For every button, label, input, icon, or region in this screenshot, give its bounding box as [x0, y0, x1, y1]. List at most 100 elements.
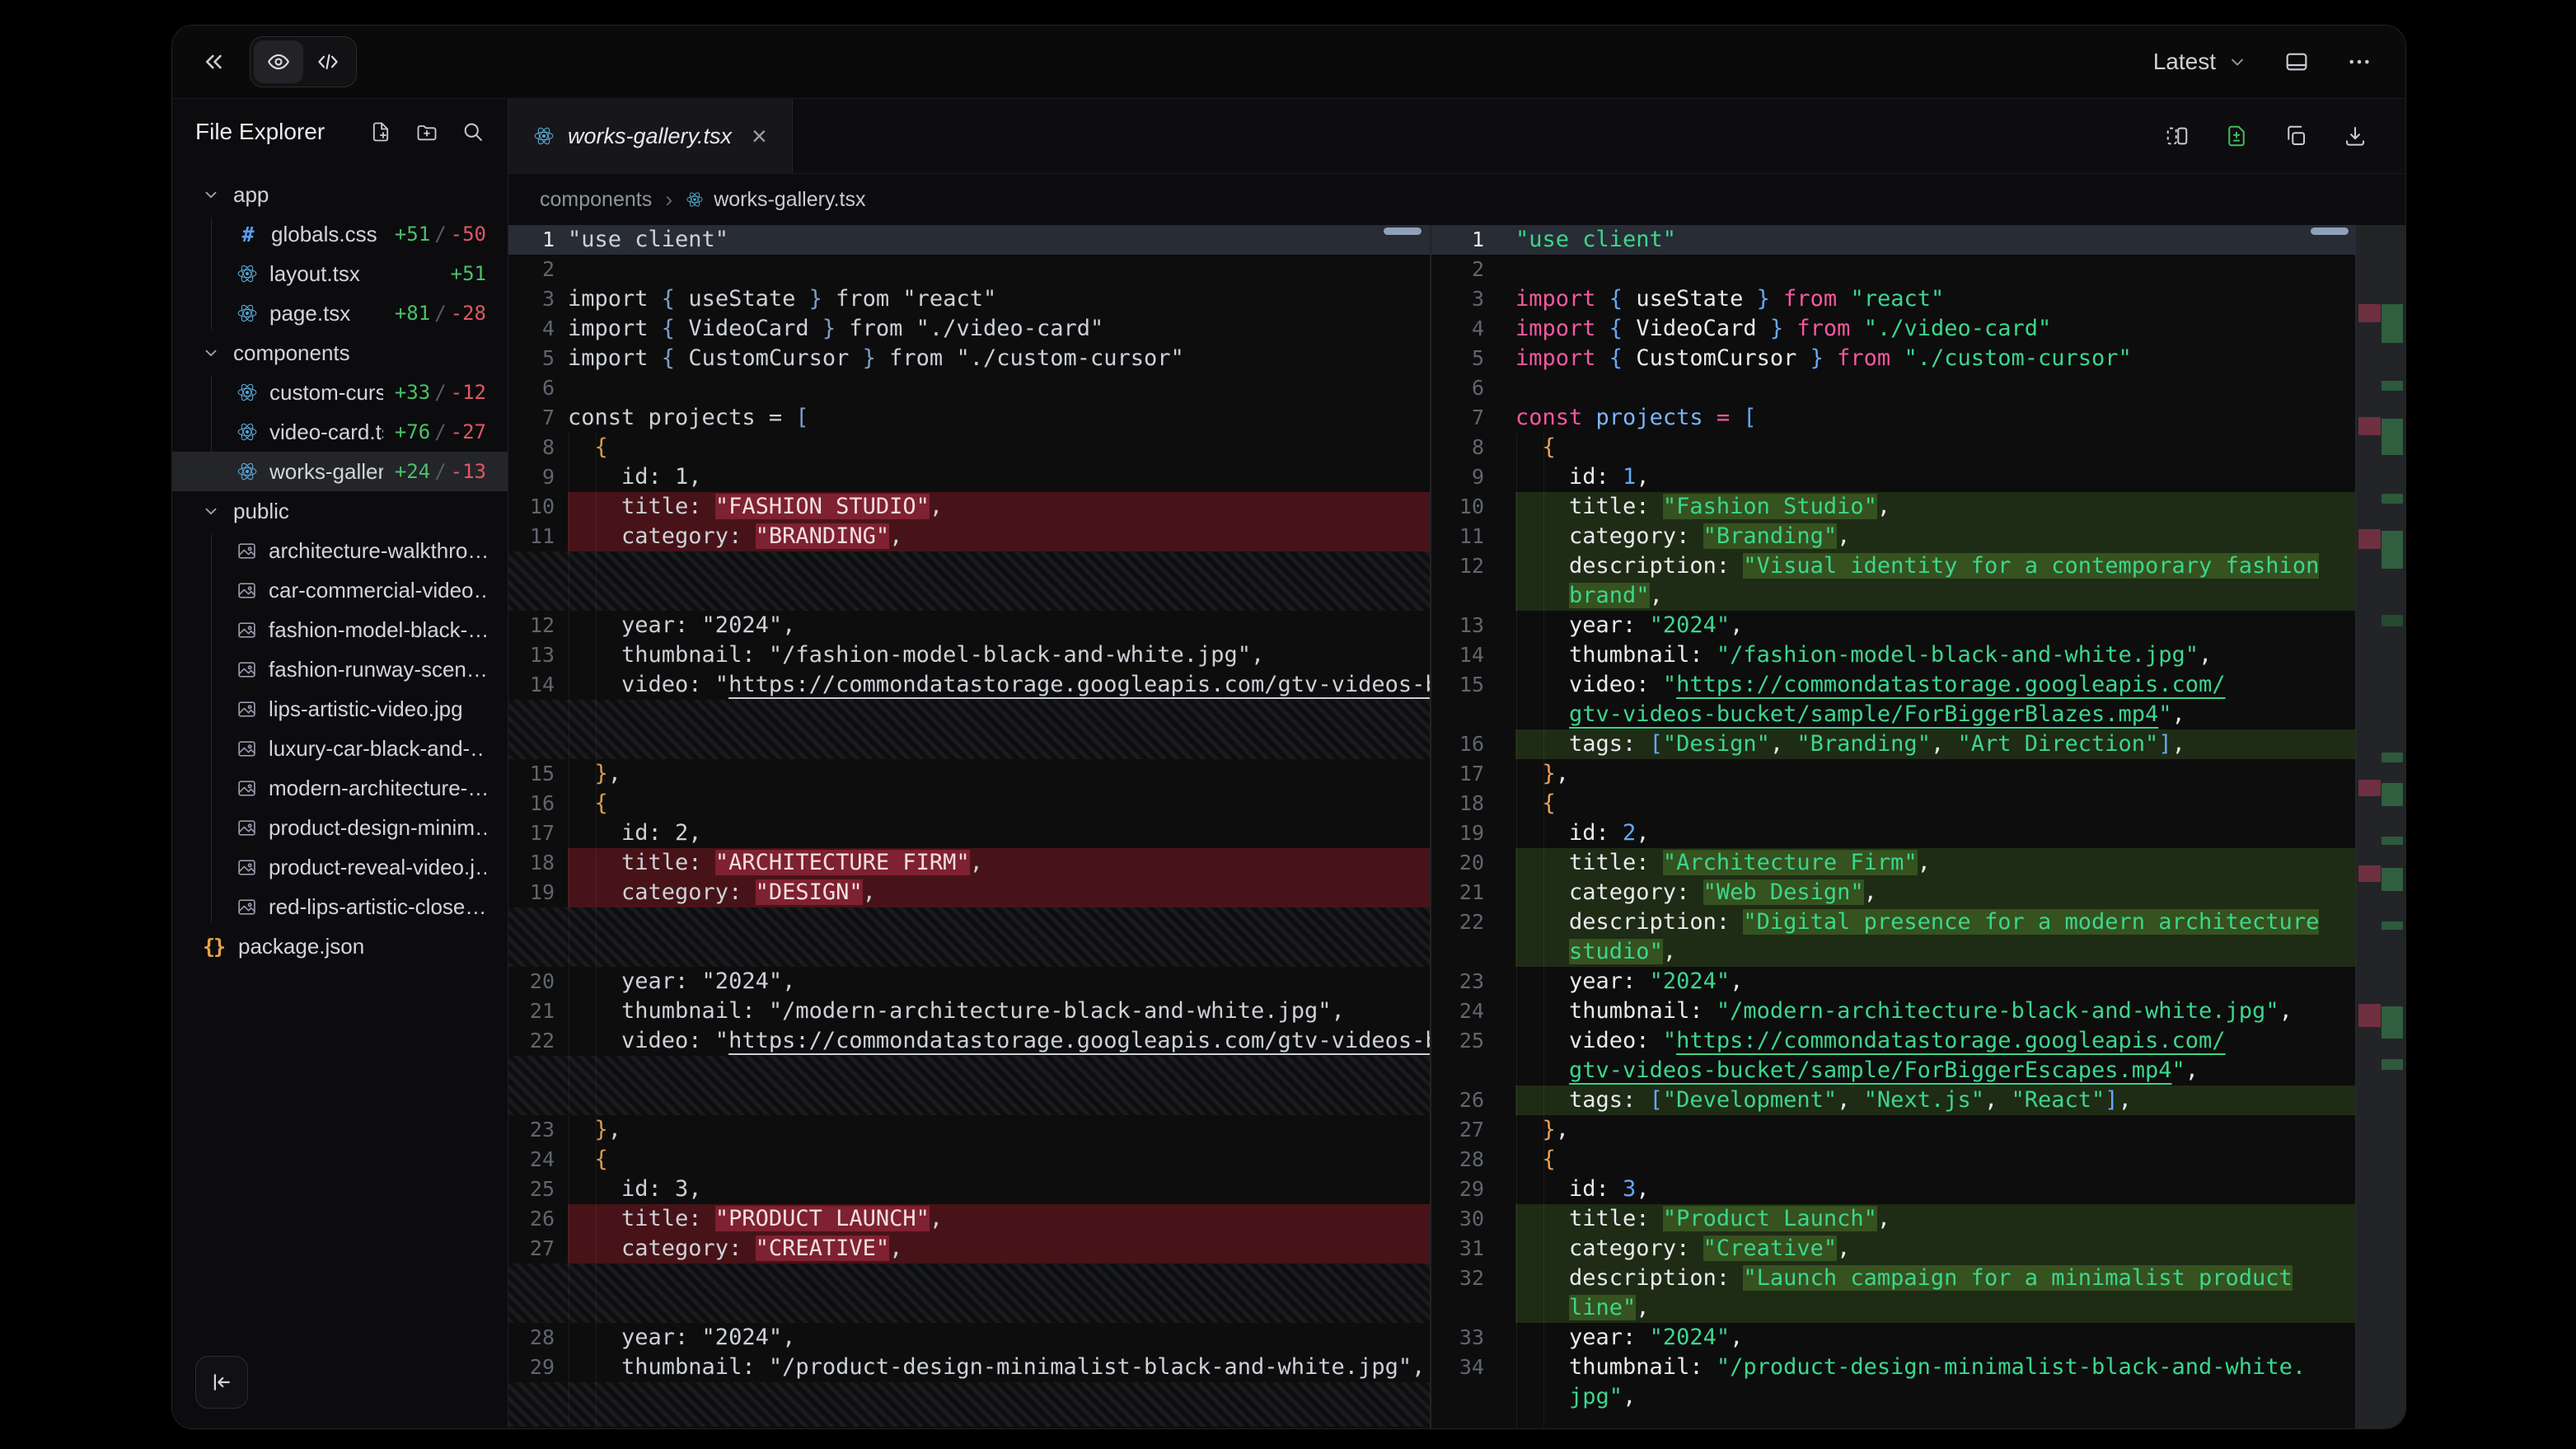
line-number: 20 — [508, 967, 555, 996]
search-files-button[interactable] — [461, 120, 485, 143]
line-number: 9 — [508, 462, 555, 492]
code-line: 5import { CustomCursor } from "./custom-… — [1431, 344, 2355, 373]
code-line: studio", — [1431, 937, 2355, 967]
folder-plus-icon — [415, 120, 438, 143]
line-number: 10 — [508, 492, 555, 522]
line-number: 8 — [508, 433, 555, 462]
code-line: 17 id: 2, — [508, 818, 1430, 848]
tree-file-lips-artistic-video.jpg[interactable]: lips-artistic-video.jpg — [172, 689, 508, 729]
code-line: 19 category: "DESIGN", — [508, 878, 1430, 907]
search-icon — [461, 120, 485, 143]
more-options-button[interactable] — [2346, 49, 2372, 75]
collapse-sidebar-button[interactable] — [195, 1356, 248, 1409]
file-tree: app#globals.css+51/-50layout.tsx+51page.… — [172, 165, 508, 1428]
copy-code-button[interactable] — [2283, 124, 2308, 148]
tab-works-gallery[interactable]: works-gallery.tsx × — [508, 99, 793, 173]
tree-file-package.json[interactable]: {}package.json — [172, 926, 508, 966]
tree-file-custom-curs-[interactable]: custom-curs…+33/-12 — [172, 373, 508, 412]
tree-item-label: fashion-runway-scen… — [269, 657, 486, 682]
code-line: 31 category: "Creative", — [1431, 1234, 2355, 1264]
code-line: 9 id: 1, — [508, 462, 1430, 492]
app-window: Latest File Explorer — [171, 25, 2406, 1429]
code-line: 19 id: 2, — [1431, 818, 2355, 848]
code-line: 12 year: "2024", — [508, 611, 1430, 640]
scrollbar-thumb[interactable] — [1384, 227, 1421, 235]
tree-item-label: public — [233, 499, 289, 524]
code-line: 11 category: "BRANDING", — [508, 522, 1430, 551]
diff-overview-strip[interactable] — [2355, 225, 2405, 1428]
scrollbar-thumb[interactable] — [2311, 227, 2349, 235]
tree-file-page.tsx[interactable]: page.tsx+81/-28 — [172, 293, 508, 333]
line-number: 29 — [508, 1353, 555, 1382]
line-number: 1 — [1431, 225, 1484, 255]
file-plus-icon — [369, 120, 392, 143]
tree-file-red-lips-artistic-close-[interactable]: red-lips-artistic-close… — [172, 887, 508, 926]
split-view-button[interactable] — [2165, 124, 2190, 148]
code-line: gtv-videos-bucket/sample/ForBiggerEscape… — [1431, 1056, 2355, 1086]
image-file-icon — [237, 620, 257, 640]
diff-stats: +33/-12 — [395, 381, 486, 404]
breadcrumb-folder[interactable]: components — [540, 188, 652, 212]
line-number: 4 — [1431, 314, 1484, 344]
diff-overview-mark — [2382, 753, 2403, 762]
tree-item-label: modern-architecture-… — [269, 776, 486, 801]
code-line: 20 year: "2024", — [508, 967, 1430, 996]
diff-pane-modified[interactable]: 1"use client"23import { useState } from … — [1431, 225, 2355, 1428]
arrow-left-to-line-icon — [209, 1370, 234, 1395]
tree-file-car-commercial-video-[interactable]: car-commercial-video… — [172, 570, 508, 610]
diff-collapsed-region — [508, 907, 1430, 967]
tab-close-icon[interactable]: × — [752, 123, 767, 149]
tree-file-works-galler-[interactable]: works-galler…+24/-13 — [172, 452, 508, 491]
diff-pane-original[interactable]: 1"use client"23import { useState } from … — [508, 225, 1431, 1428]
tree-folder-public[interactable]: public — [172, 491, 508, 531]
tree-file-luxury-car-black-and-[interactable]: luxury-car-black-and-… — [172, 729, 508, 768]
code-line: 4import { VideoCard } from "./video-card… — [1431, 314, 2355, 344]
version-dropdown[interactable]: Latest — [2153, 49, 2247, 75]
download-button[interactable] — [2343, 124, 2368, 148]
line-number: 11 — [508, 522, 555, 551]
line-number: 22 — [1431, 907, 1484, 937]
tree-file-layout.tsx[interactable]: layout.tsx+51 — [172, 254, 508, 293]
json-file-icon: {} — [202, 935, 225, 959]
diff-overview-mark — [2382, 494, 2403, 504]
collapse-panel-button[interactable] — [194, 42, 233, 82]
line-number: 27 — [1431, 1115, 1484, 1145]
tree-file-modern-architecture-[interactable]: modern-architecture-… — [172, 768, 508, 808]
breadcrumb-separator: › — [665, 187, 672, 213]
line-number: 6 — [508, 373, 555, 403]
code-line: 1"use client" — [1431, 225, 2355, 255]
new-folder-button[interactable] — [415, 120, 438, 143]
file-explorer-title: File Explorer — [195, 119, 325, 145]
tree-folder-components[interactable]: components — [172, 333, 508, 373]
line-number: 23 — [508, 1115, 555, 1145]
tree-file-fashion-runway-scen-[interactable]: fashion-runway-scen… — [172, 649, 508, 689]
tree-file-product-reveal-video.j-[interactable]: product-reveal-video.j… — [172, 847, 508, 887]
diff-collapsed-region — [508, 551, 1430, 611]
tree-file-globals.css[interactable]: #globals.css+51/-50 — [172, 214, 508, 254]
image-file-icon — [237, 580, 257, 601]
line-number: 25 — [508, 1175, 555, 1204]
code-toggle-button[interactable] — [303, 40, 353, 83]
preview-toggle-button[interactable] — [254, 40, 303, 83]
code-line: 24 thumbnail: "/modern-architecture-blac… — [1431, 996, 2355, 1026]
tree-file-product-design-minim-[interactable]: product-design-minim… — [172, 808, 508, 847]
line-number: 7 — [1431, 403, 1484, 433]
line-number: 26 — [1431, 1086, 1484, 1115]
line-number: 34 — [1431, 1353, 1484, 1382]
tree-file-fashion-model-black-[interactable]: fashion-model-black-… — [172, 610, 508, 649]
line-number: 27 — [508, 1234, 555, 1264]
tree-item-label: red-lips-artistic-close… — [269, 894, 486, 920]
diff-overview-mark — [2382, 531, 2403, 569]
chevron-down-icon — [202, 344, 220, 362]
panel-layout-button[interactable] — [2283, 49, 2310, 75]
tree-folder-app[interactable]: app — [172, 175, 508, 214]
tree-file-video-card.tsx[interactable]: video-card.tsx+76/-27 — [172, 412, 508, 452]
code-line: 15 video: "https://commondatastorage.goo… — [1431, 670, 2355, 700]
eye-icon — [266, 49, 291, 74]
new-file-button[interactable] — [369, 120, 392, 143]
diff-view-button[interactable] — [2224, 124, 2249, 148]
breadcrumb-file[interactable]: works-gallery.tsx — [686, 188, 865, 212]
line-number: 1 — [508, 225, 555, 255]
code-line: 9 id: 1, — [1431, 462, 2355, 492]
tree-file-architecture-walkthro-[interactable]: architecture-walkthro… — [172, 531, 508, 570]
